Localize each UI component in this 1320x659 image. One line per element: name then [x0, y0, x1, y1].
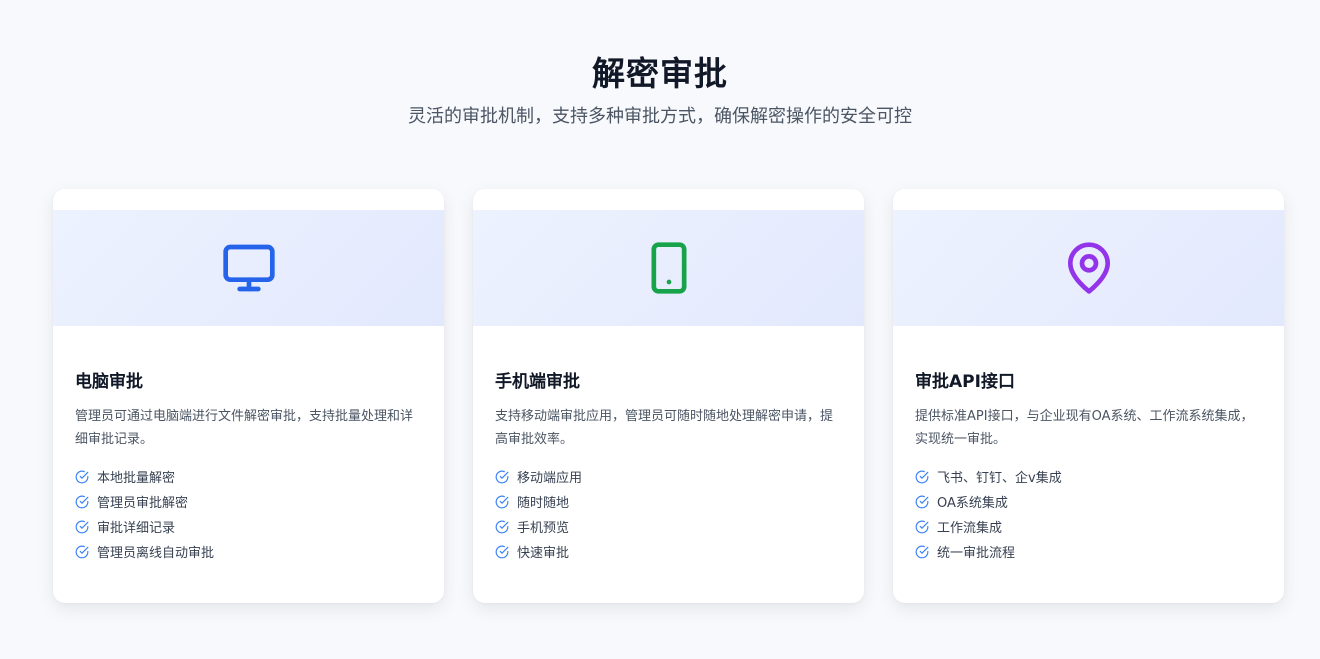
check-circle-icon	[915, 545, 929, 559]
feature-item: 快速审批	[495, 539, 842, 564]
approval-cards: 电脑审批 管理员可通过电脑端进行文件解密审批，支持批量处理和详细审批记录。 本地…	[53, 189, 1284, 603]
check-circle-icon	[495, 520, 509, 534]
feature-label: 随时随地	[517, 496, 570, 511]
check-circle-icon	[75, 545, 89, 559]
card-pc-approval: 电脑审批 管理员可通过电脑端进行文件解密审批，支持批量处理和详细审批记录。 本地…	[53, 189, 444, 603]
feature-item: 审批详细记录	[75, 514, 422, 539]
feature-label: OA系统集成	[937, 496, 1008, 511]
feature-item: 管理员审批解密	[75, 489, 422, 514]
feature-list: 本地批量解密 管理员审批解密 审批详细记录 管理员离线自动审批	[75, 464, 422, 564]
check-circle-icon	[75, 495, 89, 509]
card-title: 审批API接口	[915, 372, 1015, 392]
feature-item: 随时随地	[495, 489, 842, 514]
check-circle-icon	[915, 520, 929, 534]
feature-label: 飞书、钉钉、企v集成	[937, 471, 1062, 486]
feature-item: OA系统集成	[915, 489, 1262, 514]
feature-item: 工作流集成	[915, 514, 1262, 539]
check-circle-icon	[495, 470, 509, 484]
feature-item: 本地批量解密	[75, 464, 422, 489]
feature-item: 飞书、钉钉、企v集成	[915, 464, 1262, 489]
check-circle-icon	[915, 470, 929, 484]
section-header: 解密审批 灵活的审批机制，支持多种审批方式，确保解密操作的安全可控	[0, 52, 1320, 130]
card-description: 管理员可通过电脑端进行文件解密审批，支持批量处理和详细审批记录。	[75, 409, 414, 447]
feature-item: 管理员离线自动审批	[75, 539, 422, 564]
feature-label: 审批详细记录	[97, 521, 176, 536]
card-title: 电脑审批	[75, 372, 143, 392]
check-circle-icon	[495, 495, 509, 509]
card-description: 支持移动端审批应用，管理员可随时随地处理解密申请，提高审批效率。	[495, 409, 834, 447]
feature-label: 工作流集成	[937, 521, 1003, 536]
check-circle-icon	[75, 520, 89, 534]
feature-label: 快速审批	[517, 546, 570, 561]
card-mobile-approval: 手机端审批 支持移动端审批应用，管理员可随时随地处理解密申请，提高审批效率。 移…	[473, 189, 864, 603]
card-banner	[53, 210, 444, 326]
feature-item: 手机预览	[495, 514, 842, 539]
feature-list: 移动端应用 随时随地 手机预览 快速审批	[495, 464, 842, 564]
feature-label: 移动端应用	[517, 471, 583, 486]
feature-label: 管理员离线自动审批	[97, 546, 215, 561]
feature-label: 统一审批流程	[937, 546, 1016, 561]
feature-list: 飞书、钉钉、企v集成 OA系统集成 工作流集成 统一审批流程	[915, 464, 1262, 564]
check-circle-icon	[915, 495, 929, 509]
feature-label: 手机预览	[517, 521, 570, 536]
feature-item: 统一审批流程	[915, 539, 1262, 564]
section-title: 解密审批	[592, 54, 728, 93]
tablet-icon	[641, 240, 697, 296]
feature-label: 管理员审批解密	[97, 496, 189, 511]
card-banner	[893, 210, 1284, 326]
card-banner	[473, 210, 864, 326]
card-description: 提供标准API接口，与企业现有OA系统、工作流系统集成，实现统一审批。	[915, 409, 1254, 447]
feature-item: 移动端应用	[495, 464, 842, 489]
card-api-approval: 审批API接口 提供标准API接口，与企业现有OA系统、工作流系统集成，实现统一…	[893, 189, 1284, 603]
feature-label: 本地批量解密	[97, 471, 176, 486]
map-pin-icon	[1061, 240, 1117, 296]
check-circle-icon	[495, 545, 509, 559]
card-title: 手机端审批	[495, 372, 580, 392]
section-subtitle: 灵活的审批机制，支持多种审批方式，确保解密操作的安全可控	[408, 106, 912, 127]
check-circle-icon	[75, 470, 89, 484]
monitor-icon	[221, 240, 277, 296]
